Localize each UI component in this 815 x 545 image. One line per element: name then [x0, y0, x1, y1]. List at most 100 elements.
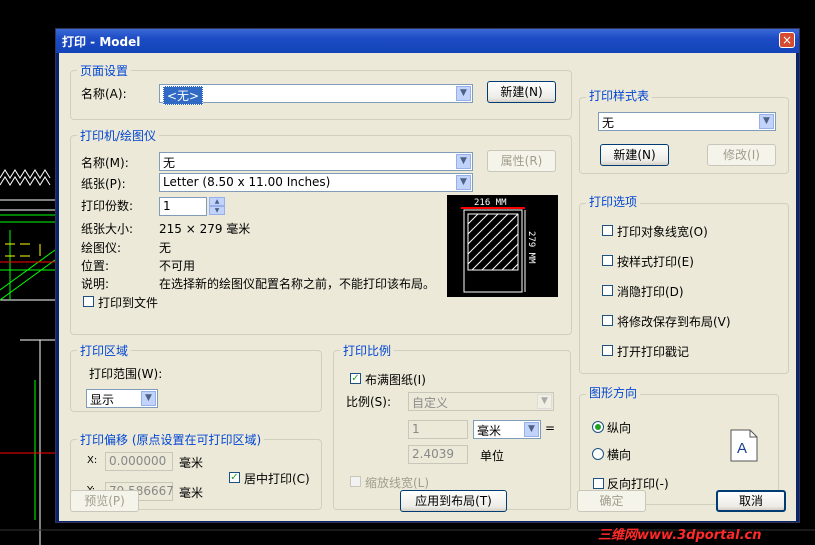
- scale-unit-combo[interactable]: 毫米 ▼: [473, 420, 541, 439]
- paper-label: 纸张(P):: [81, 177, 126, 191]
- scale-unit-value: 毫米: [477, 424, 502, 438]
- landscape-radio[interactable]: [592, 448, 604, 460]
- scale-value: 自定义: [412, 396, 449, 410]
- cancel-button[interactable]: 取消: [716, 490, 786, 512]
- plot-scale-group: 打印比例 ✓ 布满图纸(I) 比例(S): 自定义 ▼ 1 毫米 ▼ = 2.4…: [333, 342, 571, 510]
- plot-stamp-checkbox[interactable]: [602, 345, 613, 356]
- plot-area-title: 打印区域: [77, 342, 132, 359]
- plot-option-label: 消隐打印(D): [617, 285, 684, 299]
- chevron-down-icon[interactable]: ▼: [209, 206, 225, 215]
- offset-y-unit: 毫米: [179, 486, 204, 500]
- location-label: 位置:: [81, 259, 110, 273]
- location-value: 不可用: [159, 259, 196, 273]
- plot-style-title: 打印样式表: [586, 87, 653, 104]
- plot-options-group: 打印选项 打印对象线宽(O) 按样式打印(E) 消隐打印(D) 将修改保存到布局…: [579, 193, 789, 374]
- page-setup-name-value: <无>: [163, 86, 204, 105]
- copies-input[interactable]: 1: [159, 197, 207, 216]
- paper-size-value: 215 × 279 毫米: [159, 222, 251, 236]
- save-changes-checkbox[interactable]: [602, 315, 613, 326]
- chevron-down-icon[interactable]: ▼: [456, 175, 471, 190]
- plot-with-styles-checkbox[interactable]: [602, 255, 613, 266]
- page-icon-letter: A: [737, 440, 747, 457]
- description-value: 在选择新的绘图仪配置名称之前，不能打印该布局。: [159, 277, 436, 291]
- paper-preview: 216 MM 279 MM: [447, 195, 558, 297]
- close-button[interactable]: ×: [779, 32, 795, 48]
- plot-style-new-button[interactable]: 新建(N): [600, 144, 669, 166]
- title-bar: 打印 - Model ×: [56, 29, 799, 53]
- print-to-file-checkbox[interactable]: [83, 296, 94, 307]
- plot-style-combo[interactable]: 无 ▼: [598, 112, 776, 131]
- printer-group: 打印机/绘图仪 名称(M): 无 ▼ 属性(R) 纸张(P): Letter (…: [70, 127, 572, 335]
- fit-to-paper-checkbox[interactable]: ✓: [350, 373, 361, 384]
- copies-stepper[interactable]: ▲ ▼: [209, 197, 225, 216]
- plot-style-value: 无: [602, 116, 615, 130]
- plot-option-label: 打印对象线宽(O): [617, 225, 708, 239]
- plot-offset-title: 打印偏移 (原点设置在可打印区域): [77, 431, 265, 448]
- chevron-down-icon[interactable]: ▼: [537, 394, 552, 409]
- plot-range-label: 打印范围(W):: [89, 367, 163, 381]
- printer-name-label: 名称(M):: [81, 156, 129, 170]
- chevron-down-icon[interactable]: ▼: [456, 86, 471, 101]
- printer-name-combo[interactable]: 无 ▼: [159, 152, 473, 171]
- plot-range-combo[interactable]: 显示 ▼: [86, 389, 158, 408]
- plot-lineweights-checkbox[interactable]: [602, 225, 613, 236]
- fit-to-paper-label: 布满图纸(I): [365, 373, 426, 387]
- chevron-down-icon[interactable]: ▼: [759, 114, 774, 129]
- print-to-file-label: 打印到文件: [98, 296, 159, 310]
- plot-option-label: 打开打印戳记: [617, 345, 690, 359]
- site-watermark: 三维网www.3dportal.cn: [598, 528, 762, 543]
- window-title: 打印 - Model: [62, 35, 141, 49]
- offset-x-label: X:: [87, 455, 98, 466]
- preview-width-label: 216 MM: [474, 198, 507, 208]
- center-plot-label: 居中打印(C): [244, 472, 310, 486]
- scale-unit-label: 单位: [480, 449, 505, 463]
- paper-value: Letter (8.50 x 11.00 Inches): [163, 175, 331, 189]
- scale-value2-input[interactable]: 2.4039: [408, 445, 468, 464]
- description-label: 说明:: [81, 277, 110, 291]
- copies-label: 打印份数:: [81, 199, 134, 213]
- chevron-down-icon[interactable]: ▼: [524, 422, 539, 437]
- scale-combo[interactable]: 自定义 ▼: [408, 392, 554, 411]
- landscape-label: 横向: [607, 448, 632, 462]
- plot-style-group: 打印样式表 无 ▼ 新建(N) 修改(I): [579, 87, 789, 174]
- printer-name-value: 无: [163, 156, 176, 170]
- page-setup-title: 页面设置: [77, 62, 132, 79]
- orientation-title: 图形方向: [586, 384, 641, 401]
- preview-button[interactable]: 预览(P): [70, 490, 139, 512]
- offset-x-unit: 毫米: [179, 456, 204, 470]
- print-dialog: 打印 - Model × 页面设置 名称(A): <无> ▼ 新建(N) 打印机…: [55, 28, 800, 523]
- plot-range-value: 显示: [90, 393, 115, 407]
- page-setup-new-button[interactable]: 新建(N): [487, 81, 556, 103]
- portrait-radio[interactable]: [592, 421, 604, 433]
- center-plot-checkbox[interactable]: ✓: [229, 472, 240, 483]
- scale-lineweights-checkbox[interactable]: [350, 476, 361, 487]
- hide-objects-checkbox[interactable]: [602, 285, 613, 296]
- plot-option-label: 将修改保存到布局(V): [617, 315, 731, 329]
- printer-properties-button[interactable]: 属性(R): [487, 150, 556, 172]
- ok-button[interactable]: 确定: [577, 490, 646, 512]
- paper-size-label: 纸张大小:: [81, 222, 134, 236]
- dialog-body: 页面设置 名称(A): <无> ▼ 新建(N) 打印机/绘图仪 名称(M): 无…: [59, 53, 796, 521]
- page-setup-name-label: 名称(A):: [81, 87, 127, 101]
- paper-combo[interactable]: Letter (8.50 x 11.00 Inches) ▼: [159, 173, 473, 192]
- page-setup-group: 页面设置 名称(A): <无> ▼ 新建(N): [70, 62, 572, 120]
- scale-lineweights-label: 缩放线宽(L): [365, 476, 430, 490]
- orientation-group: 图形方向 纵向 横向 反向打印(-) A: [579, 384, 779, 505]
- offset-x-input[interactable]: 0.000000: [105, 452, 173, 471]
- reverse-plot-checkbox[interactable]: [593, 478, 604, 489]
- page-setup-name-combo[interactable]: <无> ▼: [159, 84, 473, 105]
- apply-to-layout-button[interactable]: 应用到布局(T): [400, 490, 507, 512]
- chevron-down-icon[interactable]: ▼: [141, 391, 156, 406]
- plot-scale-title: 打印比例: [340, 342, 395, 359]
- scale-label: 比例(S):: [346, 395, 392, 409]
- plot-area-group: 打印区域 打印范围(W): 显示 ▼: [70, 342, 322, 412]
- portrait-page-icon: A: [730, 429, 758, 462]
- chevron-up-icon[interactable]: ▲: [209, 197, 225, 206]
- portrait-label: 纵向: [607, 421, 632, 435]
- scale-value1-input[interactable]: 1: [408, 420, 468, 439]
- chevron-down-icon[interactable]: ▼: [456, 154, 471, 169]
- plot-options-title: 打印选项: [586, 193, 641, 210]
- preview-height-label: 279 MM: [526, 231, 536, 264]
- plot-style-edit-button[interactable]: 修改(I): [707, 144, 776, 166]
- close-icon: ×: [781, 33, 793, 47]
